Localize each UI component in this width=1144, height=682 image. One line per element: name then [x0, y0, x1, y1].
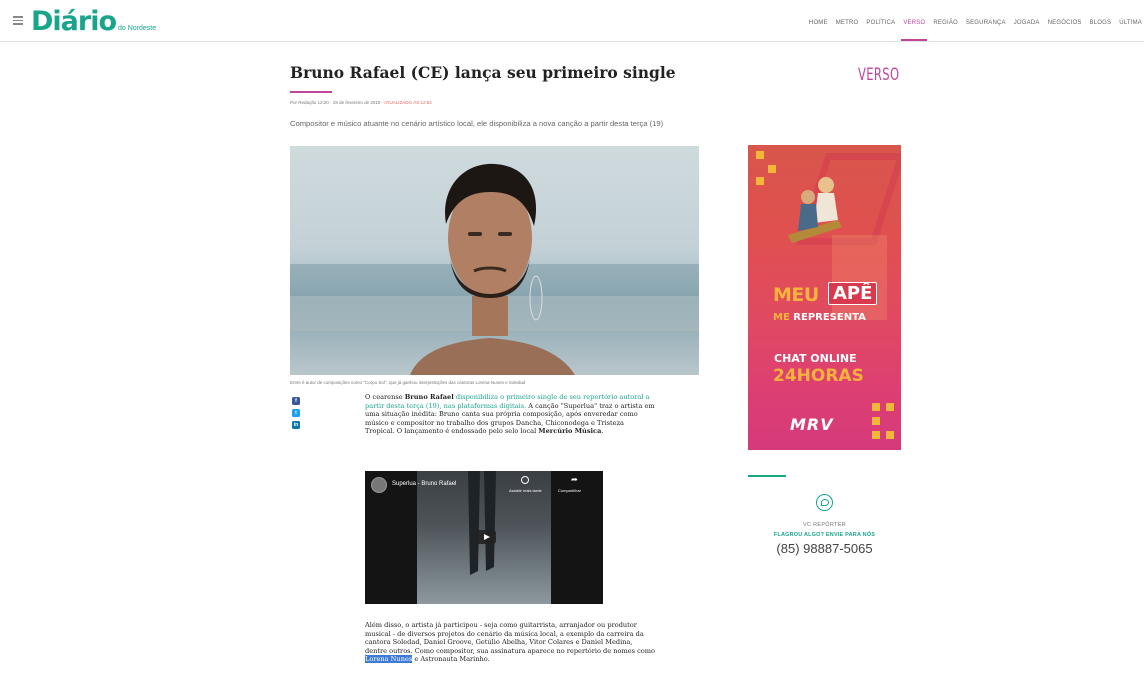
ad-couple-illustration: [788, 177, 842, 243]
article-title: Bruno Rafael (CE) lança seu primeiro sin…: [290, 63, 676, 82]
nav-item-verso[interactable]: VERSO: [901, 20, 928, 41]
ad-24-hours: 24HORAS: [773, 366, 864, 386]
record-label-name: Mercúrio Música: [538, 427, 602, 436]
logo-main-text: Diário: [31, 6, 117, 37]
ad-decor-square: [886, 403, 894, 411]
artist-name: Bruno Rafael: [404, 393, 454, 401]
mrv-advertisement[interactable]: MEU APÊ ME REPRESENTA CHAT ONLINE 24HORA…: [748, 145, 901, 450]
watch-later-label: Assistir mais tarde: [509, 488, 542, 493]
ad-me: ME: [773, 312, 790, 323]
ad-frame-shape: [832, 235, 887, 320]
twitter-icon: t: [295, 410, 297, 416]
send-news-link[interactable]: FLAGROU ALGO? ENVIE PARA NÓS: [748, 532, 901, 538]
video-share-icon[interactable]: ➦: [571, 475, 578, 484]
ad-decor-square: [872, 431, 880, 439]
video-figure-illustration: [468, 471, 496, 575]
hamburger-menu-icon[interactable]: [13, 16, 23, 25]
channel-avatar[interactable]: [371, 477, 387, 493]
p1-end: .: [601, 427, 604, 436]
video-share-label: Compartilhar: [558, 488, 581, 493]
section-brand-verso[interactable]: VERSO: [858, 65, 899, 85]
vc-reporter-label: VC REPÓRTER: [803, 522, 846, 528]
sidebar-divider: [748, 475, 786, 477]
nav-item-ultima[interactable]: ÚLTIMA: [1119, 20, 1142, 26]
whatsapp-phone-number[interactable]: (85) 98887-5065: [748, 541, 901, 556]
whatsapp-icon[interactable]: [816, 494, 833, 511]
ad-headline-ape: APÊ: [828, 282, 878, 305]
article-byline: Por Redação 12:20 · 19 de fevereiro de 2…: [290, 100, 432, 105]
byline-author: Por Redação: [290, 100, 317, 105]
play-button-icon[interactable]: [476, 530, 496, 544]
site-logo[interactable]: Diário do Nordeste: [31, 7, 156, 37]
ad-decor-square: [756, 151, 764, 159]
nav-item-negocios[interactable]: NEGÓCIOS: [1048, 20, 1082, 26]
youtube-video-embed[interactable]: Superlua - Bruno Rafael Assistir mais ta…: [365, 471, 603, 604]
ad-decor-square: [886, 431, 894, 439]
article-paragraph-1: O cearense Bruno Rafael disponibiliza o …: [365, 393, 655, 436]
selected-text-lorena-nunes[interactable]: Lorena Nunes: [365, 655, 413, 664]
photo-caption: Entre é autor de composições como "Corpo…: [290, 380, 526, 385]
ad-chat-online: CHAT ONLINE: [774, 352, 857, 365]
top-header: Diário do Nordeste HOME METRO POLÍTICA V…: [0, 0, 1144, 42]
hero-photo: [290, 146, 699, 375]
ad-headline-meu: MEU: [773, 284, 819, 306]
title-divider: [290, 91, 332, 93]
ad-decor-square: [872, 403, 880, 411]
main-nav: HOME METRO POLÍTICA VERSO REGIÃO SEGURAN…: [809, 20, 1142, 41]
article-paragraph-2: Além disso, o artista já participou - se…: [365, 621, 655, 664]
byline-date: 12:20 · 19 de fevereiro de 2019 ·: [317, 100, 384, 105]
nav-item-jogada[interactable]: JOGADA: [1014, 20, 1040, 26]
share-linkedin-button[interactable]: in: [292, 421, 300, 429]
p1-text: O cearense: [365, 393, 405, 401]
logo-sub-text: do Nordeste: [118, 25, 157, 32]
nav-item-blogs[interactable]: BLOGS: [1090, 20, 1112, 26]
nav-item-metro[interactable]: METRO: [836, 20, 859, 26]
ad-decor-square: [756, 177, 764, 185]
ad-representa: REPRESENTA: [793, 312, 866, 323]
nav-item-politica[interactable]: POLÍTICA: [866, 20, 895, 26]
facebook-icon: f: [295, 398, 297, 404]
video-title[interactable]: Superlua - Bruno Rafael: [392, 481, 456, 487]
byline-updated: ATUALIZADO ÀS 12:54: [384, 100, 432, 105]
ad-decor-square: [872, 417, 880, 425]
hero-photo-illustration: [290, 163, 699, 375]
share-facebook-button[interactable]: f: [292, 397, 300, 405]
nav-item-home[interactable]: HOME: [809, 20, 828, 26]
ad-headline-represents: ME REPRESENTA: [773, 312, 866, 323]
watch-later-icon[interactable]: [521, 476, 529, 484]
share-twitter-button[interactable]: t: [292, 409, 300, 417]
p2-text-end: e Astronauta Marinho.: [412, 655, 490, 664]
linkedin-icon: in: [293, 422, 299, 428]
p2-text: Além disso, o artista já participou - se…: [365, 621, 655, 655]
ad-brand-logo: MRV: [790, 415, 834, 434]
nav-item-regiao[interactable]: REGIÃO: [933, 20, 958, 26]
article-subtitle: Compositor e músico atuante no cenário a…: [290, 119, 664, 128]
nav-item-seguranca[interactable]: SEGURANÇA: [966, 20, 1006, 26]
